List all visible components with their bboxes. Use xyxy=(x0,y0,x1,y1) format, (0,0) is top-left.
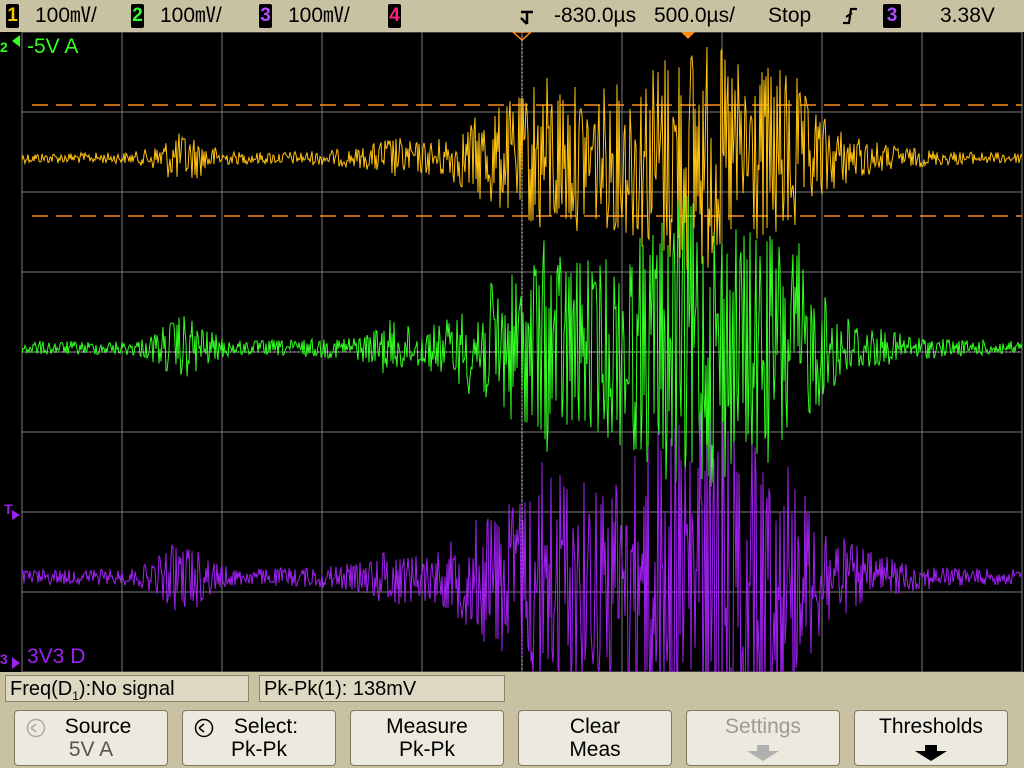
source-softkey[interactable]: Source 5V A xyxy=(14,710,168,766)
frequency-label: Freq(D xyxy=(10,678,73,700)
waveform-display[interactable]: 2 -5V A T 3 3V3 D xyxy=(0,32,1024,672)
channel-1-scale: 100㎷/ xyxy=(35,4,97,27)
run-state: Stop xyxy=(768,4,812,27)
channel-1-badge: 1 xyxy=(6,4,19,28)
thresholds-softkey[interactable]: Thresholds xyxy=(854,710,1008,766)
channel-2-marker-number: 2 xyxy=(0,39,8,55)
trigger-marker-letter: T xyxy=(4,501,13,517)
trigger-point-marker xyxy=(681,32,695,39)
clear-meas-softkey-line2: Meas xyxy=(569,738,621,761)
trigger-position-icon xyxy=(520,10,533,25)
channel-2-indicator[interactable]: 2 100㎷/ xyxy=(131,0,222,32)
settings-softkey-label: Settings xyxy=(725,715,801,738)
frequency-label-subscript: 1 xyxy=(72,689,79,703)
trigger-source-badge: 3 xyxy=(883,4,901,28)
status-bar: 1 100㎷/ 2 100㎷/ 3 100㎷/ 4 -830.0µs 500.0µs/… xyxy=(0,0,1024,32)
select-softkey[interactable]: Select: Pk-Pk xyxy=(182,710,336,766)
channel-3-label: 3V3 D xyxy=(27,645,85,668)
submenu-arrow-down-icon xyxy=(915,745,947,761)
entry-knob-icon xyxy=(194,718,214,738)
timebase-readout[interactable]: 500.0µs/ xyxy=(654,0,735,32)
submenu-arrow-down-icon xyxy=(747,745,779,761)
rising-edge-icon xyxy=(843,7,857,25)
trigger-source[interactable]: 3 xyxy=(883,0,901,32)
thresholds-softkey-label: Thresholds xyxy=(879,715,983,738)
channel-2-badge: 2 xyxy=(131,4,144,28)
measure-softkey-label: Measure xyxy=(386,715,468,738)
measurement-bar: Freq(D1):No signal Pk-Pk(1): 138mV xyxy=(0,672,1024,706)
channel-4-badge: 4 xyxy=(388,4,401,28)
channel-3-indicator[interactable]: 3 100㎷/ xyxy=(259,0,350,32)
channel-4-indicator[interactable]: 4 xyxy=(388,0,401,32)
clear-meas-softkey-line1: Clear xyxy=(569,715,621,738)
delay-readout[interactable]: -830.0µs xyxy=(554,0,636,32)
channel-2-ground-marker xyxy=(12,35,20,47)
entry-knob-icon xyxy=(26,718,46,738)
settings-softkey[interactable]: Settings xyxy=(686,710,840,766)
trigger-level-marker xyxy=(12,510,20,520)
channel-3-ground-marker xyxy=(12,657,20,669)
channel-3-badge: 3 xyxy=(259,4,272,28)
select-softkey-value: Pk-Pk xyxy=(230,738,287,761)
measure-softkey[interactable]: Measure Pk-Pk xyxy=(350,710,504,766)
channel-3-scale: 100㎷/ xyxy=(288,4,350,27)
channel-2-scale: 100㎷/ xyxy=(160,4,222,27)
channel-1-indicator[interactable]: 1 100㎷/ xyxy=(6,0,97,32)
source-softkey-value: 5V A xyxy=(68,738,114,761)
softkey-bar: Source 5V A Select: Pk-Pk Measure Pk-Pk … xyxy=(0,706,1024,768)
pk-pk-measurement[interactable]: Pk-Pk(1): 138mV xyxy=(259,675,505,702)
channel-3-marker-number: 3 xyxy=(0,651,8,667)
measure-softkey-value: Pk-Pk xyxy=(398,738,455,761)
clear-meas-softkey[interactable]: Clear Meas xyxy=(518,710,672,766)
frequency-measurement[interactable]: Freq(D1):No signal xyxy=(5,675,249,703)
channel-2-label: -5V A xyxy=(27,35,78,58)
frequency-value: ):No signal xyxy=(78,678,175,700)
graticule: 2 -5V A T 3 3V3 D xyxy=(0,32,1023,672)
trigger-level[interactable]: 3.38V xyxy=(940,0,995,32)
